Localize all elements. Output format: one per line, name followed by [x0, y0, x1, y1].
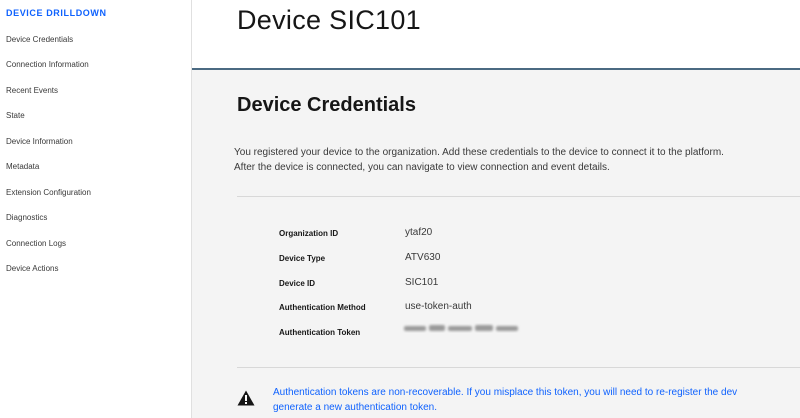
- value-organization-id: ytaf20: [405, 227, 433, 238]
- section-title: Device Credentials: [237, 94, 416, 116]
- page-header: Device SIC101: [192, 0, 800, 70]
- value-device-id: SIC101: [405, 277, 439, 288]
- sidebar-item-recent-events[interactable]: Recent Events: [6, 86, 58, 95]
- sidebar-item-state[interactable]: State: [6, 111, 25, 120]
- sidebar-heading: DEVICE DRILLDOWN: [6, 8, 107, 18]
- sidebar-item-extension-configuration[interactable]: Extension Configuration: [6, 188, 91, 197]
- sidebar-item-diagnostics[interactable]: Diagnostics: [6, 213, 47, 222]
- authentication-token-redacted: [404, 325, 518, 331]
- warning-line-2: generate a new authentication token.: [273, 402, 438, 413]
- label-authentication-token: Authentication Token: [279, 328, 361, 337]
- divider-top: [237, 196, 800, 197]
- sidebar: DEVICE DRILLDOWN Device Credentials Conn…: [0, 0, 192, 418]
- sidebar-item-device-credentials[interactable]: Device Credentials: [6, 35, 73, 44]
- sidebar-item-device-actions[interactable]: Device Actions: [6, 264, 58, 273]
- sidebar-item-connection-information[interactable]: Connection Information: [6, 60, 89, 69]
- app-window: DEVICE DRILLDOWN Device Credentials Conn…: [0, 0, 800, 418]
- main-content: Device SIC101 Device Credentials You reg…: [192, 0, 800, 418]
- value-device-type: ATV630: [405, 252, 441, 263]
- warning-line-1: Authentication tokens are non-recoverabl…: [273, 387, 738, 398]
- warning-icon: [237, 390, 255, 406]
- label-device-type: Device Type: [279, 254, 326, 263]
- sidebar-item-device-information[interactable]: Device Information: [6, 137, 73, 146]
- credentials-description: You registered your device to the organi…: [234, 145, 794, 175]
- label-organization-id: Organization ID: [279, 229, 339, 238]
- sidebar-item-connection-logs[interactable]: Connection Logs: [6, 239, 66, 248]
- value-authentication-method: use-token-auth: [405, 301, 472, 312]
- label-device-id: Device ID: [279, 279, 316, 288]
- description-line-2: After the device is connected, you can n…: [234, 162, 610, 173]
- page-title: Device SIC101: [237, 5, 421, 35]
- warning-message: Authentication tokens are non-recoverabl…: [273, 385, 800, 415]
- description-line-1: You registered your device to the organi…: [234, 147, 724, 158]
- divider-bottom: [237, 367, 800, 368]
- sidebar-item-metadata[interactable]: Metadata: [6, 162, 39, 171]
- label-authentication-method: Authentication Method: [279, 303, 366, 312]
